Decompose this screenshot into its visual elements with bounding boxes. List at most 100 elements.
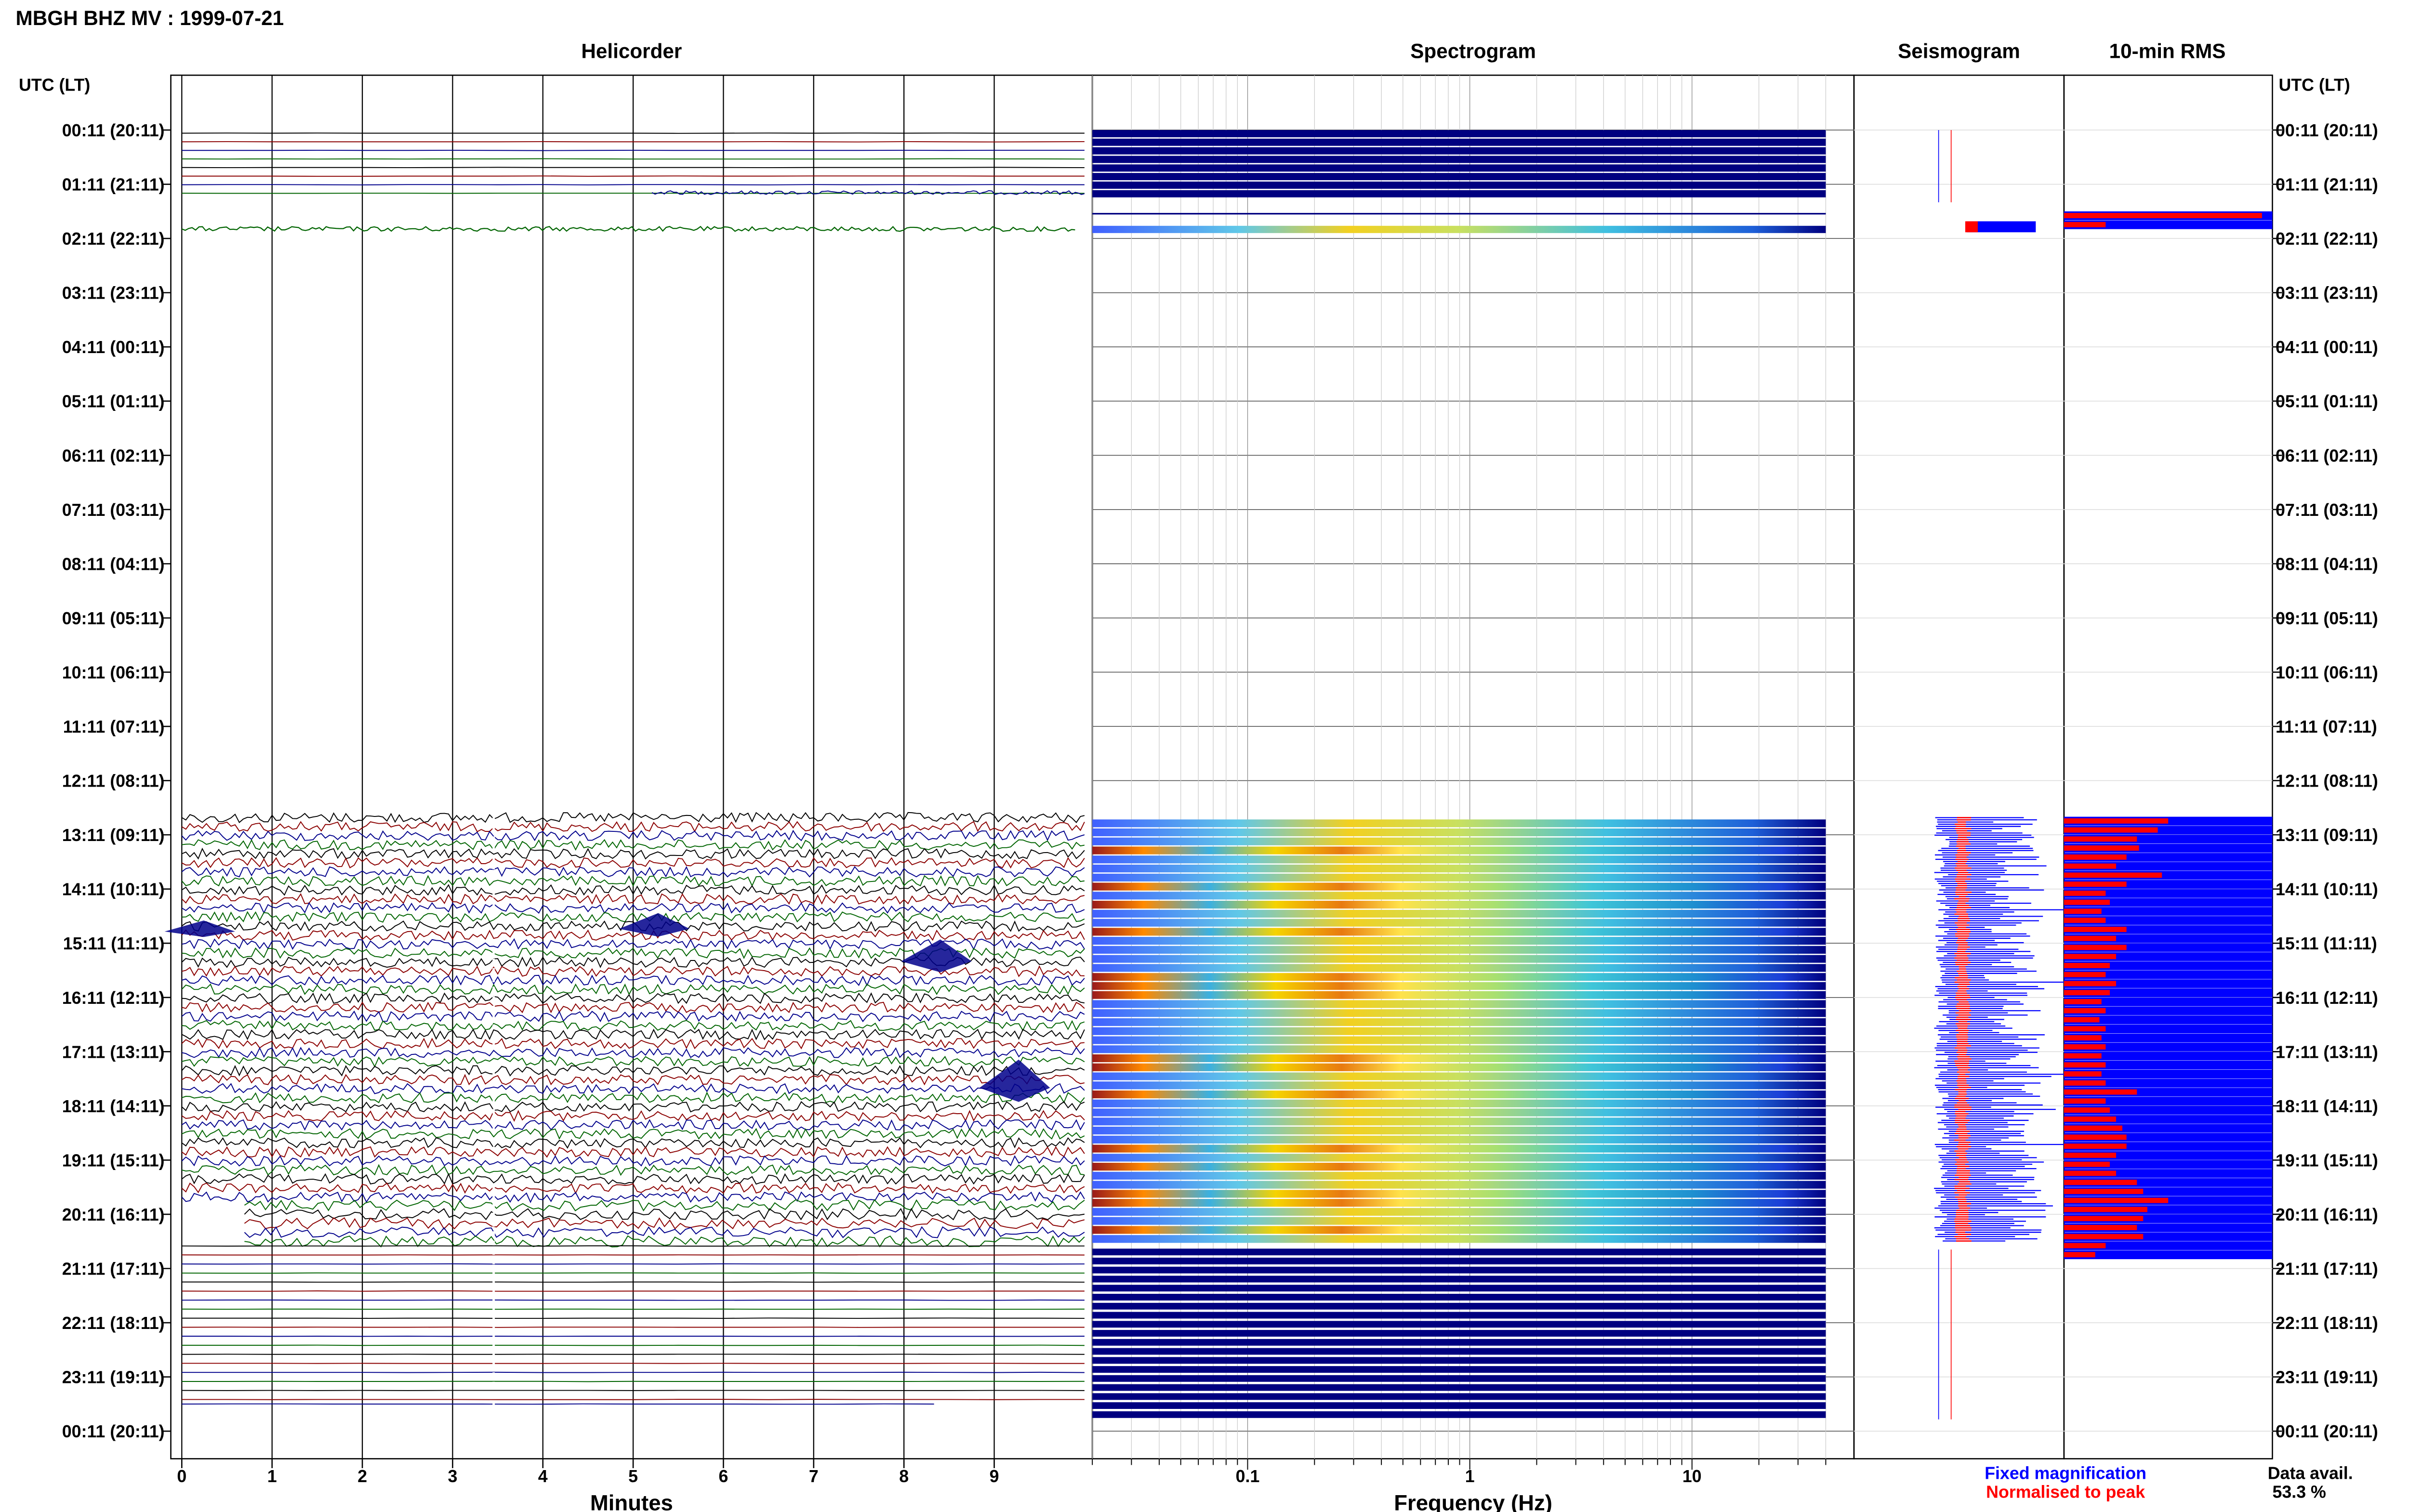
time-label-left: 09:11 (05:11)	[62, 609, 165, 628]
time-label-left: 17:11 (13:11)	[62, 1042, 165, 1062]
spectrogram-row	[1092, 892, 1826, 900]
spectrogram-row	[1092, 1266, 1826, 1274]
spectrogram-row	[1092, 1063, 1826, 1071]
frequency-tick-label: 10	[1682, 1467, 1702, 1486]
time-label-left: 23:11 (19:11)	[62, 1368, 165, 1387]
minute-tick-label: 7	[809, 1467, 819, 1486]
spectrogram-row	[1092, 928, 1826, 936]
rms-normalised-bar	[2064, 1026, 2106, 1032]
spectrogram-row	[1092, 213, 1826, 215]
spectrogram-row	[1092, 1072, 1826, 1080]
time-label-left: 01:11 (21:11)	[62, 175, 165, 195]
helicorder-trace	[182, 1403, 934, 1405]
time-label-left: 18:11 (14:11)	[62, 1097, 165, 1116]
helicorder-event	[901, 939, 972, 973]
rms-normalised-bar	[2064, 981, 2117, 986]
time-label-right: 08:11 (04:11)	[2276, 554, 2378, 574]
rms-normalised-bar	[2064, 1017, 2100, 1023]
seismogram-normalised-bar	[1965, 221, 1978, 233]
rms-normalised-bar	[2064, 1224, 2137, 1230]
minute-tick-label: 8	[899, 1467, 909, 1486]
time-label-left: 00:11 (20:11)	[62, 1422, 165, 1441]
frequency-tick-label: 1	[1465, 1467, 1475, 1486]
helicorder-trace	[182, 1371, 1085, 1373]
rms-normalised-bar	[2064, 1170, 2117, 1176]
helicorder-frame	[170, 74, 1093, 1459]
spectrogram-row	[1092, 1217, 1826, 1225]
helicorder-title: Helicorder	[581, 39, 682, 62]
time-label-right: 20:11 (16:11)	[2276, 1205, 2378, 1224]
rms-normalised-bar	[2064, 1008, 2106, 1013]
spectrogram-row	[1092, 1375, 1826, 1382]
spectrogram-row	[1092, 982, 1826, 990]
rms-normalised-bar	[2064, 872, 2162, 878]
rms-normalised-bar	[2064, 1125, 2123, 1131]
spectrogram-row	[1092, 1226, 1826, 1234]
spectrogram-row	[1092, 1348, 1826, 1355]
time-label-left: 06:11 (02:11)	[62, 446, 165, 465]
rms-normalised-bar	[2064, 863, 2117, 869]
helicorder-trace	[651, 190, 1085, 195]
spectrogram-row	[1092, 164, 1826, 172]
time-label-left: 05:11 (01:11)	[62, 392, 165, 411]
spectrogram-row	[1092, 1127, 1826, 1135]
rms-normalised-bar	[2064, 845, 2139, 851]
spectrogram-row	[1092, 1090, 1826, 1099]
spectrogram-row	[1092, 919, 1826, 927]
spectrogram-row	[1092, 1045, 1826, 1053]
spectrogram-row	[1092, 846, 1826, 855]
spectrogram-row	[1092, 937, 1826, 945]
rms-normalised-bar	[2064, 1152, 2117, 1158]
helicorder-trace	[244, 1217, 1085, 1230]
spectrogram-row	[1092, 190, 1826, 197]
spectrogram-row	[1092, 1285, 1826, 1292]
spectrogram-row	[1092, 1099, 1826, 1107]
legend-normalised: Normalised to peak	[1986, 1483, 2145, 1502]
left-axis-title: UTC (LT)	[19, 76, 90, 95]
data-availability-label: Data avail.	[2268, 1464, 2353, 1483]
rms-normalised-bar	[2064, 818, 2169, 824]
rms-normalised-bar	[2064, 1053, 2102, 1059]
spectrogram-row	[1092, 1208, 1826, 1216]
time-label-right: 06:11 (02:11)	[2276, 446, 2378, 465]
time-label-right: 17:11 (13:11)	[2276, 1042, 2378, 1062]
time-label-left: 00:11 (20:11)	[62, 121, 165, 140]
rms-normalised-bar	[2064, 854, 2127, 860]
rms-normalised-bar	[2064, 945, 2127, 950]
minute-tick-label: 0	[177, 1467, 186, 1486]
rms-normalised-bar	[2064, 908, 2102, 914]
time-label-right: 18:11 (14:11)	[2276, 1097, 2378, 1116]
minute-tick-label: 1	[267, 1467, 277, 1486]
time-label-right: 02:11 (22:11)	[2276, 229, 2378, 249]
spectrogram-row	[1092, 1171, 1826, 1180]
time-label-left: 16:11 (12:11)	[62, 988, 165, 1008]
rms-normalised-bar	[2064, 1216, 2144, 1222]
rms-title: 10-min RMS	[2109, 39, 2226, 62]
spectrogram-row	[1092, 147, 1826, 155]
spectrogram-row	[1092, 1036, 1826, 1044]
time-label-left: 03:11 (23:11)	[62, 284, 165, 303]
helicorder-trace	[182, 1272, 1085, 1274]
spectrogram-row	[1092, 1411, 1826, 1418]
time-label-left: 02:11 (22:11)	[62, 229, 165, 249]
minute-tick-label: 3	[448, 1467, 457, 1486]
spectrogram-row	[1092, 1275, 1826, 1283]
minute-tick-label: 2	[357, 1467, 367, 1486]
time-label-right: 10:11 (06:11)	[2276, 663, 2378, 682]
time-label-left: 08:11 (04:11)	[62, 554, 165, 574]
spectrogram-row	[1092, 225, 1826, 233]
rms-normalised-bar	[2064, 213, 2262, 219]
data-availability-value: 53.3 %	[2272, 1483, 2326, 1502]
spectrogram-row	[1092, 156, 1826, 163]
rms-normalised-bar	[2064, 1180, 2137, 1185]
spectrogram-row	[1092, 973, 1826, 981]
time-label-right: 05:11 (01:11)	[2276, 392, 2378, 411]
time-label-left: 15:11 (11:11)	[63, 934, 165, 953]
helicorder-trace	[182, 1399, 1085, 1400]
time-label-right: 22:11 (18:11)	[2276, 1314, 2378, 1333]
spectrogram-row	[1092, 873, 1826, 881]
spectrogram-row	[1092, 1312, 1826, 1319]
time-label-left: 13:11 (09:11)	[62, 826, 165, 845]
spectrogram-row	[1092, 1339, 1826, 1346]
time-label-right: 03:11 (23:11)	[2276, 284, 2378, 303]
